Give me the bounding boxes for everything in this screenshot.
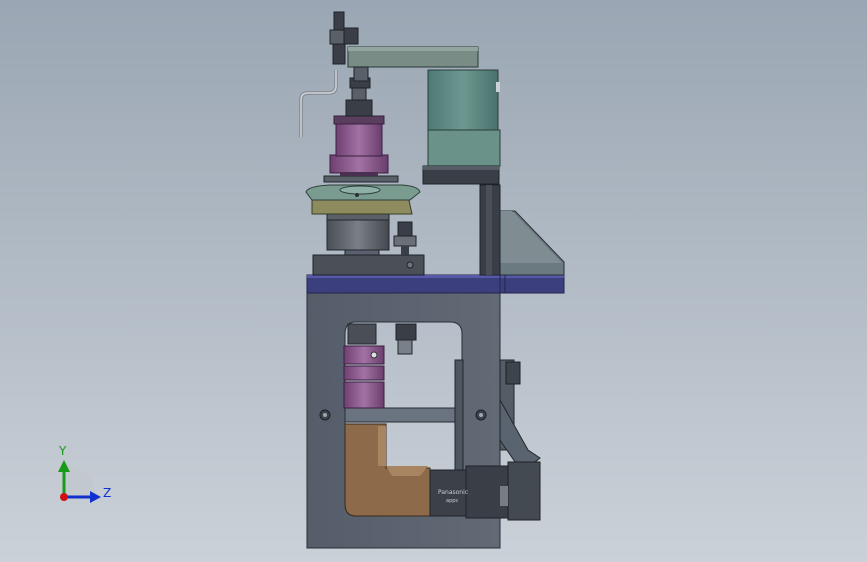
rotary-cylinder [326, 213, 390, 251]
air-fitting-lower [393, 221, 417, 255]
assembly-drawing: Panasonic apps Y Z [58, 11, 565, 549]
pressing-head [323, 115, 399, 183]
motor-model-label: apps [446, 498, 458, 504]
teal-motor [422, 69, 501, 185]
x-axis-dot [60, 493, 68, 501]
gusset-bracket [499, 210, 565, 276]
coordinate-triad: Y Z [58, 444, 111, 503]
cad-viewport[interactable]: Panasonic apps Y Z [0, 0, 867, 562]
spindle-top [345, 77, 373, 117]
air-tube [299, 70, 338, 137]
motor-brand-label: Panasonic [438, 489, 468, 496]
y-axis-label: Y [58, 444, 67, 458]
vertical-column [479, 184, 501, 276]
z-axis-label: Z [103, 486, 111, 500]
top-plate [306, 274, 565, 294]
work-tray [305, 184, 421, 215]
